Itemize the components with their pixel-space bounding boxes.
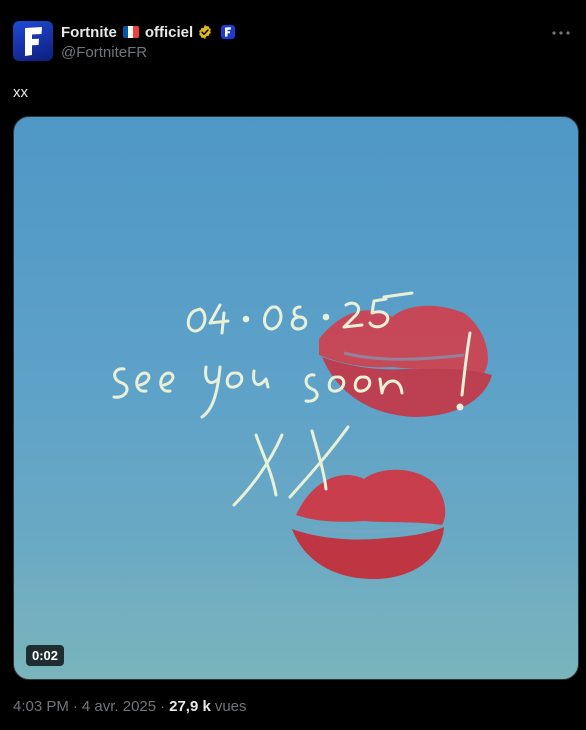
views-count: 27,9 k xyxy=(169,698,211,715)
video-player[interactable]: 0:02 xyxy=(13,116,579,680)
meta-separator: · xyxy=(72,698,78,715)
display-name-suffix[interactable]: officiel xyxy=(145,24,193,41)
france-flag-icon xyxy=(122,26,139,38)
tweet-date[interactable]: 4 avr. 2025 xyxy=(82,698,156,715)
views-label: vues xyxy=(214,698,247,715)
meta-separator: · xyxy=(160,698,166,715)
tweet-meta: 4:03 PM · 4 avr. 2025 · 27,9 k vues xyxy=(13,698,247,715)
handle[interactable]: @FortniteFR xyxy=(61,44,235,61)
more-horizontal-icon xyxy=(552,31,570,35)
tweet-time[interactable]: 4:03 PM xyxy=(13,698,69,715)
video-artwork xyxy=(112,291,492,579)
display-name[interactable]: Fortnite xyxy=(61,24,117,41)
author-names: Fortnite officiel @FortniteFR xyxy=(61,23,236,61)
video-duration-badge: 0:02 xyxy=(26,645,65,666)
more-options-button[interactable] xyxy=(549,23,573,43)
kiss-print-lower-icon xyxy=(292,469,446,579)
tweet-text: xx xyxy=(13,84,28,101)
fortnite-logo-icon xyxy=(25,27,42,56)
affiliate-badge-icon[interactable] xyxy=(221,25,236,39)
avatar[interactable] xyxy=(13,21,53,61)
tweet-header: Fortnite officiel @FortniteFR xyxy=(13,21,573,61)
display-name-row[interactable]: Fortnite officiel xyxy=(61,23,236,41)
verified-badge-icon[interactable] xyxy=(197,24,213,40)
